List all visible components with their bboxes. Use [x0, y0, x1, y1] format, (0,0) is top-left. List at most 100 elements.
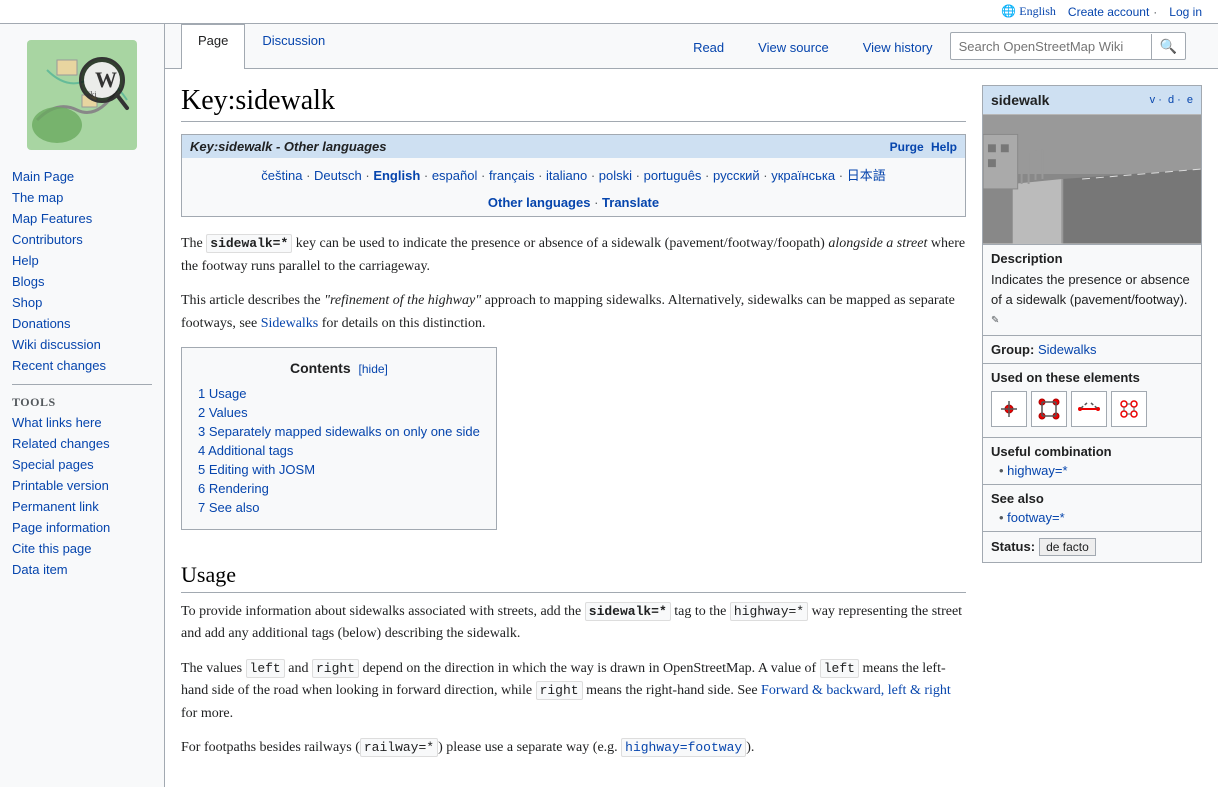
lang-box-header: Key:sidewalk - Other languages Purge Hel… [182, 135, 965, 158]
tab-discussion[interactable]: Discussion [245, 24, 342, 69]
language-box: Key:sidewalk - Other languages Purge Hel… [181, 134, 966, 217]
translate-link[interactable]: Translate [602, 195, 659, 210]
railway-tag: railway=* [360, 738, 438, 757]
help-link[interactable]: Help [931, 140, 957, 154]
search-button[interactable]: 🔍 [1151, 34, 1185, 59]
toc-item: 6 Rendering [198, 479, 480, 498]
lang-link-português[interactable]: português [644, 168, 702, 183]
lang-link-español[interactable]: español [432, 168, 478, 183]
sidebar-item-help[interactable]: Help [0, 250, 164, 271]
lang-link-français[interactable]: français [489, 168, 535, 183]
infobox-combo-title: Useful combination [991, 444, 1193, 459]
toc-link-3[interactable]: 3 Separately mapped sidewalks on only on… [198, 424, 480, 439]
sidebar-item-main-page[interactable]: Main Page [0, 166, 164, 187]
sidewalk-tag-2: sidewalk=* [585, 602, 671, 621]
lang-link-日本語[interactable]: 日本語 [847, 168, 886, 183]
element-icons [991, 391, 1193, 427]
lang-link-čeština[interactable]: čeština [261, 168, 302, 183]
toc-link-7[interactable]: 7 See also [198, 500, 259, 515]
create-account-link[interactable]: Create account [1068, 5, 1149, 19]
edit-icon[interactable]: ✎ [991, 315, 999, 326]
sidewalks-link[interactable]: Sidewalks [261, 316, 319, 331]
tools-item-printable-version[interactable]: Printable version [0, 475, 164, 496]
toc-item: 7 See also [198, 498, 480, 517]
other-languages-link[interactable]: Other languages [488, 195, 591, 210]
sidebar-item-blogs[interactable]: Blogs [0, 271, 164, 292]
infobox-tag-name: sidewalk [991, 92, 1049, 108]
sidebar-item-shop[interactable]: Shop [0, 292, 164, 313]
toc-link-4[interactable]: 4 Additional tags [198, 443, 293, 458]
vde-d-link[interactable]: d [1168, 94, 1174, 106]
toc-item: 2 Values [198, 403, 480, 422]
vde-e-link[interactable]: e [1187, 94, 1193, 106]
sidebar: W iki Main PageThe mapMap FeaturesContri… [0, 24, 165, 787]
table-of-contents: Contents [hide] 1 Usage2 Values3 Separat… [181, 347, 497, 530]
lang-box-title: Key:sidewalk - Other languages [190, 139, 387, 154]
tab-view-source[interactable]: View source [741, 31, 846, 63]
toc-link-5[interactable]: 5 Editing with JOSM [198, 462, 315, 477]
logo-area[interactable]: W iki [0, 32, 164, 158]
infobox-group-section: Group: Sidewalks [983, 335, 1201, 363]
content-area: Key:sidewalk Key:sidewalk - Other langua… [165, 69, 1218, 787]
status-badge: de facto [1039, 538, 1096, 556]
toc-item: 1 Usage [198, 384, 480, 403]
sidebar-item-contributors[interactable]: Contributors [0, 229, 164, 250]
toc-item: 3 Separately mapped sidewalks on only on… [198, 422, 480, 441]
sidebar-item-the-map[interactable]: The map [0, 187, 164, 208]
toc-hide-link[interactable]: [hide] [359, 362, 388, 376]
tools-item-page-information[interactable]: Page information [0, 517, 164, 538]
lang-translate: Other languages · Translate [182, 193, 965, 216]
toc-list: 1 Usage 2 Values 3 Separately mapped sidew… [198, 384, 480, 517]
article: Key:sidewalk Key:sidewalk - Other langua… [181, 85, 966, 771]
combo-item: highway=* [999, 463, 1193, 478]
sidebar-item-recent-changes[interactable]: Recent changes [0, 355, 164, 376]
tools-item-what-links-here[interactable]: What links here [0, 412, 164, 433]
infobox-combo-section: Useful combination highway=* [983, 437, 1201, 484]
tab-view-history[interactable]: View history [846, 31, 950, 63]
infobox-see-also-list: footway=* [991, 510, 1193, 525]
infobox-group-link[interactable]: Sidewalks [1038, 342, 1097, 357]
toc-link-1[interactable]: 1 Usage [198, 386, 246, 401]
infobox-elements-title: Used on these elements [991, 370, 1193, 385]
tools-item-data-item[interactable]: Data item [0, 559, 164, 580]
toc-link-6[interactable]: 6 Rendering [198, 481, 269, 496]
tools-item-permanent-link[interactable]: Permanent link [0, 496, 164, 517]
see-also-link[interactable]: footway=* [1007, 510, 1064, 525]
tab-page[interactable]: Page [181, 24, 245, 69]
vde-v-link[interactable]: v [1150, 94, 1156, 106]
infobox-combo-list: highway=* [991, 463, 1193, 478]
infobox: sidewalk v · d · e [982, 85, 1202, 563]
sidebar-item-wiki-discussion[interactable]: Wiki discussion [0, 334, 164, 355]
left-tag: left [246, 659, 285, 678]
tools-item-related-changes[interactable]: Related changes [0, 433, 164, 454]
infobox-group-label: Group: [991, 342, 1034, 357]
intro-paragraph-2: This article describes the "refinement o… [181, 290, 966, 335]
lang-link-Deutsch[interactable]: Deutsch [314, 168, 362, 183]
lang-link-English[interactable]: English [373, 168, 420, 183]
sidebar-item-map-features[interactable]: Map Features [0, 208, 164, 229]
language-selector[interactable]: 🌐 English [1001, 4, 1056, 19]
lang-link-italiano[interactable]: italiano [546, 168, 587, 183]
lang-link-українська[interactable]: українська [771, 168, 835, 183]
usage-heading: Usage [181, 562, 966, 593]
infobox-description-title: Description [991, 251, 1193, 266]
tools-title: Tools [0, 391, 164, 412]
tab-read[interactable]: Read [676, 31, 741, 63]
infobox-status-row: Status: de facto [991, 538, 1193, 556]
combo-link[interactable]: highway=* [1007, 463, 1067, 478]
lang-link-русский[interactable]: русский [713, 168, 760, 183]
highway-footway-link[interactable]: highway=footway [621, 738, 746, 757]
top-bar: 🌐 English Create account · Log in [0, 0, 1218, 24]
infobox-status-section: Status: de facto [983, 531, 1201, 562]
lang-link-polski[interactable]: polski [599, 168, 632, 183]
sidebar-item-donations[interactable]: Donations [0, 313, 164, 334]
infobox-title-row: sidewalk v · d · e [983, 86, 1201, 114]
forward-backward-link[interactable]: Forward & backward, left & right [761, 683, 951, 698]
log-in-link[interactable]: Log in [1169, 5, 1202, 19]
toc-link-2[interactable]: 2 Values [198, 405, 248, 420]
tools-item-special-pages[interactable]: Special pages [0, 454, 164, 475]
search-input[interactable] [951, 35, 1151, 58]
svg-text:W: W [95, 67, 117, 92]
purge-link[interactable]: Purge [890, 140, 924, 154]
tools-item-cite-this-page[interactable]: Cite this page [0, 538, 164, 559]
